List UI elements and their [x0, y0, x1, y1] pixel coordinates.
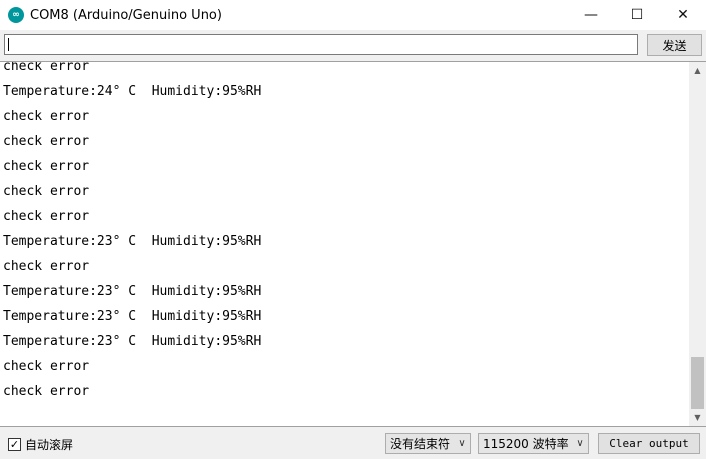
bottom-bar: ✓ 自动滚屏 没有结束符 ∨ 115200 波特率 ∨ Clear output	[0, 428, 706, 459]
baud-rate-value: 115200 波特率	[483, 437, 569, 451]
close-button[interactable]: ✕	[660, 0, 706, 30]
output-line: Temperature:23° C Humidity:95%RH	[3, 309, 262, 324]
window-title: COM8 (Arduino/Genuino Uno)	[30, 7, 222, 23]
output-line: Temperature:23° C Humidity:95%RH	[3, 284, 262, 299]
send-row: 发送	[0, 30, 706, 60]
title-bar: ∞ COM8 (Arduino/Genuino Uno) — ☐ ✕	[0, 0, 706, 30]
minimize-button[interactable]: —	[568, 0, 614, 30]
clear-output-button[interactable]: Clear output	[598, 433, 700, 454]
autoscroll-checkbox[interactable]: ✓	[8, 438, 21, 451]
output-line: check error	[3, 384, 90, 399]
send-button[interactable]: 发送	[647, 34, 702, 56]
output-line: check error	[3, 159, 90, 174]
autoscroll-option[interactable]: ✓ 自动滚屏	[8, 436, 73, 453]
vertical-scrollbar[interactable]: ▲ ▼	[689, 62, 706, 426]
serial-send-input[interactable]	[4, 34, 638, 55]
scroll-thumb[interactable]	[691, 357, 704, 409]
serial-output-area[interactable]: check error Temperature:24° C Humidity:95…	[0, 61, 706, 427]
scroll-down-icon[interactable]: ▼	[689, 409, 706, 426]
baud-rate-select[interactable]: 115200 波特率 ∨	[478, 433, 589, 454]
output-line: Temperature:23° C Humidity:95%RH	[3, 234, 262, 249]
arduino-logo-icon: ∞	[8, 7, 24, 23]
output-line: check error	[3, 359, 90, 374]
chevron-down-icon: ∨	[458, 438, 466, 449]
autoscroll-label: 自动滚屏	[25, 438, 74, 452]
line-ending-select[interactable]: 没有结束符 ∨	[385, 433, 471, 454]
text-caret	[8, 38, 9, 51]
chevron-down-icon: ∨	[576, 438, 584, 449]
output-line: check error	[3, 61, 90, 74]
scroll-up-icon[interactable]: ▲	[689, 62, 706, 79]
output-lines: check error Temperature:24° C Humidity:95…	[3, 61, 683, 404]
output-line: check error	[3, 259, 90, 274]
output-line: Temperature:23° C Humidity:95%RH	[3, 334, 262, 349]
line-ending-value: 没有结束符	[390, 437, 451, 451]
maximize-button[interactable]: ☐	[614, 0, 660, 30]
output-line: check error	[3, 134, 90, 149]
window-controls: — ☐ ✕	[568, 0, 706, 30]
output-line: check error	[3, 209, 90, 224]
output-line: Temperature:24° C Humidity:95%RH	[3, 84, 262, 99]
output-line: check error	[3, 184, 90, 199]
output-line: check error	[3, 109, 90, 124]
